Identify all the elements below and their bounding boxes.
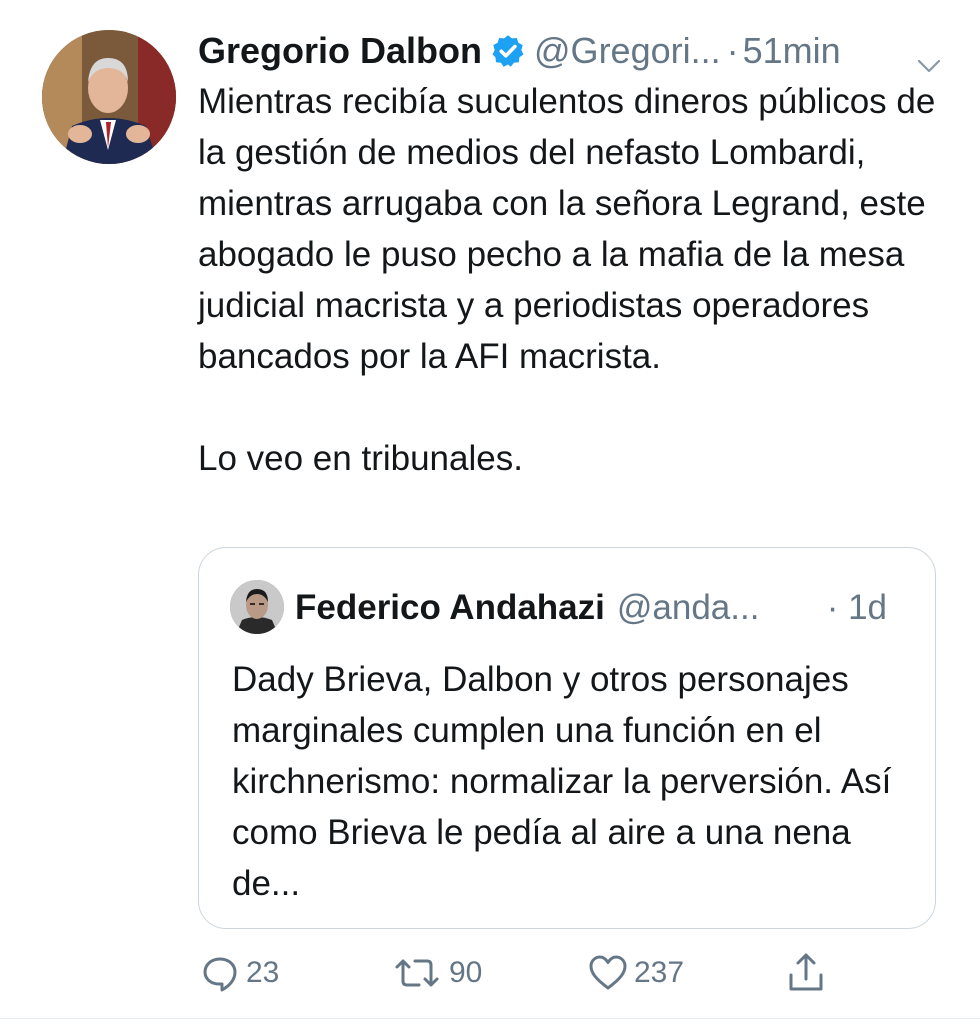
quoted-author-handle: @anda... — [616, 588, 760, 627]
author-name[interactable]: Gregorio Dalbon — [198, 30, 482, 71]
reply-count: 23 — [246, 956, 280, 989]
quoted-tweet[interactable]: Federico Andahazi @anda... · 1d Dady Brie… — [198, 547, 936, 929]
quoted-tweet-header: Federico Andahazi @anda... · 1d — [295, 584, 915, 632]
reply-button[interactable]: 23 — [200, 948, 279, 998]
author-handle[interactable]: @Gregori... — [534, 30, 721, 71]
chevron-down-icon[interactable] — [916, 40, 942, 73]
quoted-tweet-text: Dady Brieva, Dalbon y otros personajes m… — [232, 660, 892, 903]
retweet-icon — [395, 959, 439, 987]
heart-icon — [589, 955, 627, 990]
like-button[interactable]: 237 — [588, 948, 684, 998]
like-count: 237 — [634, 956, 685, 989]
retweet-count: 90 — [449, 956, 483, 989]
share-button[interactable] — [786, 948, 826, 998]
author-avatar-image — [42, 30, 176, 164]
tweet-header: Gregorio Dalbon @Gregori... · 51min — [198, 26, 958, 76]
retweet-button[interactable]: 90 — [391, 948, 482, 998]
verified-badge-icon — [490, 32, 526, 68]
share-icon — [789, 953, 823, 991]
reply-icon — [203, 957, 237, 992]
tweet-text: Mientras recibía suculentos dineros públ… — [198, 76, 958, 484]
quoted-tweet-time: · 1d — [826, 588, 887, 627]
tweet-paragraph: Lo veo en tribunales. — [198, 439, 523, 478]
quoted-author-avatar — [230, 580, 284, 634]
author-avatar[interactable] — [42, 30, 176, 164]
tweet-actions: 23 90 237 — [198, 948, 958, 998]
bottom-divider — [0, 1018, 980, 1019]
quoted-avatar-image — [230, 580, 284, 634]
quoted-author-name: Federico Andahazi — [295, 588, 605, 627]
separator-dot: · — [726, 30, 739, 71]
tweet-paragraph: Mientras recibía suculentos dineros públ… — [198, 82, 936, 376]
tweet-time[interactable]: 51min — [743, 30, 841, 71]
